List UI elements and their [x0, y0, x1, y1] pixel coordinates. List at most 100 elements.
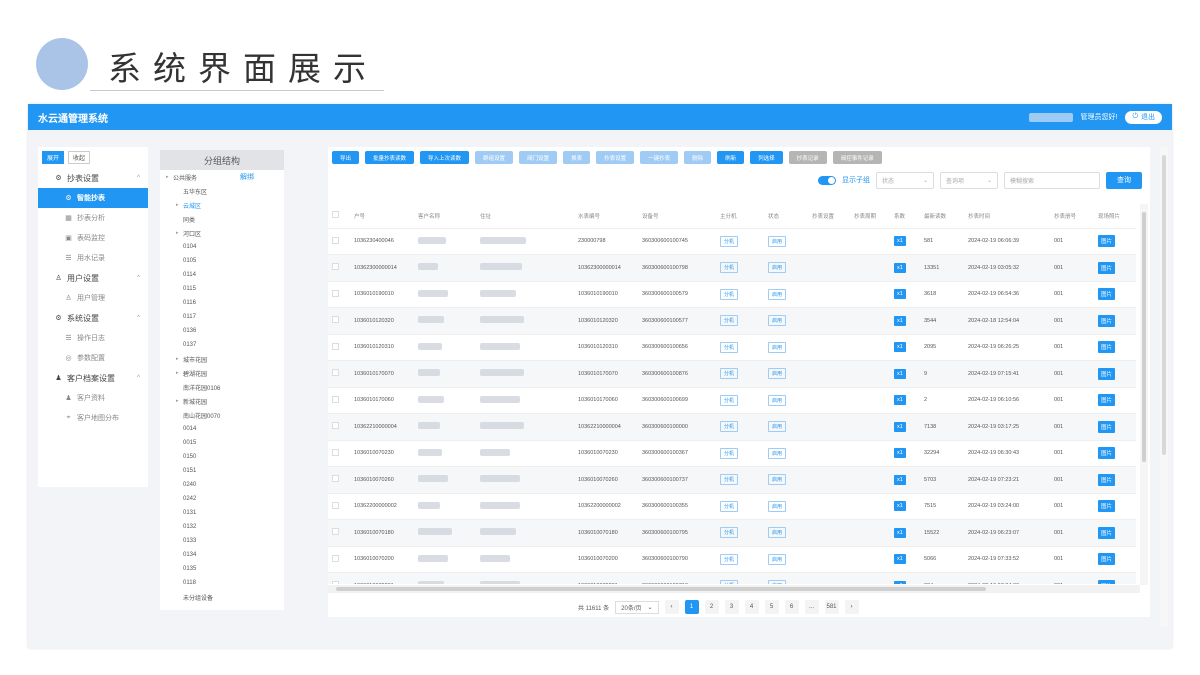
factor-badge[interactable]: x1	[894, 421, 906, 432]
submeter-button[interactable]: 分机	[720, 580, 739, 584]
show-subgroup-toggle[interactable]	[818, 175, 836, 185]
page-vertical-scrollbar[interactable]	[1160, 147, 1168, 627]
photo-button[interactable]: 图片	[1098, 367, 1116, 380]
toolbar-button[interactable]: 列选择	[750, 151, 783, 164]
page-button[interactable]: 581	[824, 600, 839, 614]
row-checkbox[interactable]	[332, 475, 339, 483]
tree-node[interactable]: 0104	[160, 240, 284, 254]
tree-node[interactable]: 0014	[160, 422, 284, 436]
status-button[interactable]: 启用	[768, 341, 787, 353]
factor-badge[interactable]: x1	[894, 315, 906, 326]
photo-button[interactable]: 图片	[1098, 500, 1116, 513]
collapse-tab[interactable]: 收起	[68, 151, 91, 164]
toolbar-button[interactable]: 群组设置	[475, 151, 514, 164]
status-button[interactable]: 启用	[768, 500, 787, 512]
status-button[interactable]: 启用	[768, 580, 787, 584]
tree-node[interactable]: 0240	[160, 478, 284, 492]
factor-badge[interactable]: x1	[894, 395, 906, 406]
table-row[interactable]: 1036010170060 1036010170060 36030060010069…	[328, 387, 1136, 414]
factor-badge[interactable]: x1	[894, 289, 906, 300]
tree-node[interactable]: 0151	[160, 464, 284, 478]
submeter-button[interactable]: 分机	[720, 368, 739, 380]
tree-node[interactable]: 0133	[160, 534, 284, 548]
toolbar-button[interactable]: 一键抄表	[640, 151, 679, 164]
status-button[interactable]: 启用	[768, 527, 787, 539]
tree-node[interactable]: 南洋花园0106	[160, 380, 284, 394]
tree-node[interactable]: 0015	[160, 436, 284, 450]
row-checkbox[interactable]	[332, 369, 339, 377]
status-button[interactable]: 启用	[768, 421, 787, 433]
submeter-button[interactable]: 分机	[720, 262, 739, 274]
table-row[interactable]: 1036010070180 1036010070180 36030060010079…	[328, 519, 1136, 547]
menu-item-3-0[interactable]: ♟ 客户资料	[38, 388, 148, 408]
submeter-button[interactable]: 分机	[720, 394, 739, 406]
page-button[interactable]: 1	[684, 600, 699, 614]
factor-badge[interactable]: x1	[894, 368, 906, 379]
table-horizontal-scrollbar[interactable]	[328, 585, 1140, 593]
toolbar-button[interactable]: 换表	[563, 151, 591, 164]
status-button[interactable]: 启用	[768, 262, 787, 274]
row-checkbox[interactable]	[332, 422, 339, 430]
table-row[interactable]: 1036010170070 1036010170070 36030060010087…	[328, 360, 1136, 388]
toolbar-button[interactable]: 删除	[684, 151, 712, 164]
tree-node[interactable]: 0114	[160, 268, 284, 282]
row-checkbox[interactable]	[332, 316, 339, 324]
page-button[interactable]: 4	[744, 600, 759, 614]
status-button[interactable]: 启用	[768, 288, 787, 300]
table-row[interactable]: 10362200000002 10362200000002 360300600100…	[328, 493, 1136, 520]
tree-node[interactable]: 0116	[160, 296, 284, 310]
factor-badge[interactable]: x1	[894, 527, 906, 538]
menu-group-3[interactable]: ♟ 客户档案设置 ^	[38, 368, 148, 388]
photo-button[interactable]: 图片	[1098, 288, 1116, 301]
toolbar-button[interactable]: 抄表设置	[596, 151, 635, 164]
menu-item-0-0[interactable]: ⚙ 智能抄表	[38, 188, 148, 208]
row-checkbox[interactable]	[332, 528, 339, 536]
tree-node[interactable]: 0135	[160, 562, 284, 576]
table-row[interactable]: 1036010120320 1036010120320 36030060010057…	[328, 307, 1136, 335]
photo-button[interactable]: 图片	[1098, 235, 1116, 248]
table-row[interactable]: 10362210000004 10362210000004 360300600100…	[328, 413, 1136, 441]
tree-node[interactable]: 0131	[160, 506, 284, 520]
photo-button[interactable]: 图片	[1098, 341, 1116, 354]
row-checkbox[interactable]	[332, 236, 339, 244]
table-row[interactable]: 1036010070260 1036010070260 36030060010073…	[328, 466, 1136, 494]
status-button[interactable]: 启用	[768, 394, 787, 406]
status-button[interactable]: 启用	[768, 553, 787, 565]
factor-badge[interactable]: x1	[894, 580, 906, 584]
select-all-checkbox[interactable]	[332, 211, 339, 219]
status-button[interactable]: 启用	[768, 447, 787, 459]
table-row[interactable]: 10362300000014 10362300000014 360300600100…	[328, 254, 1136, 282]
tree-node[interactable]: 0137	[160, 338, 284, 352]
status-button[interactable]: 启用	[768, 474, 787, 486]
menu-item-0-3[interactable]: ☰ 用水记录	[38, 248, 148, 268]
page-button[interactable]: 6	[784, 600, 799, 614]
next-page-button[interactable]: ›	[844, 600, 859, 614]
toolbar-button[interactable]: 抄表记录	[788, 151, 827, 164]
page-size-select[interactable]: 20条/页 ⌄	[615, 600, 659, 614]
submeter-button[interactable]: 分机	[720, 341, 739, 353]
page-button[interactable]: 5	[764, 600, 779, 614]
page-button[interactable]: ...	[804, 600, 819, 614]
photo-button[interactable]: 图片	[1098, 447, 1116, 460]
factor-badge[interactable]: x1	[894, 448, 906, 459]
submeter-button[interactable]: 分机	[720, 527, 739, 539]
page-button[interactable]: 2	[704, 600, 719, 614]
table-row[interactable]: 1036010070230 1036010070230 36030060010036…	[328, 440, 1136, 467]
photo-button[interactable]: 图片	[1098, 473, 1116, 486]
tree-node[interactable]: 0150	[160, 450, 284, 464]
toolbar-button[interactable]: 阀控事件记录	[832, 151, 882, 164]
photo-button[interactable]: 图片	[1098, 420, 1116, 433]
toolbar-button[interactable]: 阀门设置	[519, 151, 558, 164]
menu-group-1[interactable]: ♙ 用户设置 ^	[38, 268, 148, 288]
tree-node[interactable]: ▸ 云城区	[160, 198, 284, 212]
tree-node[interactable]: 未分组设备	[160, 590, 284, 604]
table-row[interactable]: 1036010120310 1036010120310 36030060010065…	[328, 334, 1136, 361]
page-button[interactable]: 3	[724, 600, 739, 614]
submeter-button[interactable]: 分机	[720, 500, 739, 512]
search-button[interactable]: 查询	[1106, 171, 1142, 189]
menu-item-2-1[interactable]: ◎ 参数配置	[38, 348, 148, 368]
toolbar-button[interactable]: 导入上次读数	[420, 151, 470, 164]
row-checkbox[interactable]	[332, 263, 339, 271]
factor-badge[interactable]: x1	[894, 342, 906, 353]
keyword-input[interactable]: 模糊搜索	[1004, 171, 1100, 189]
